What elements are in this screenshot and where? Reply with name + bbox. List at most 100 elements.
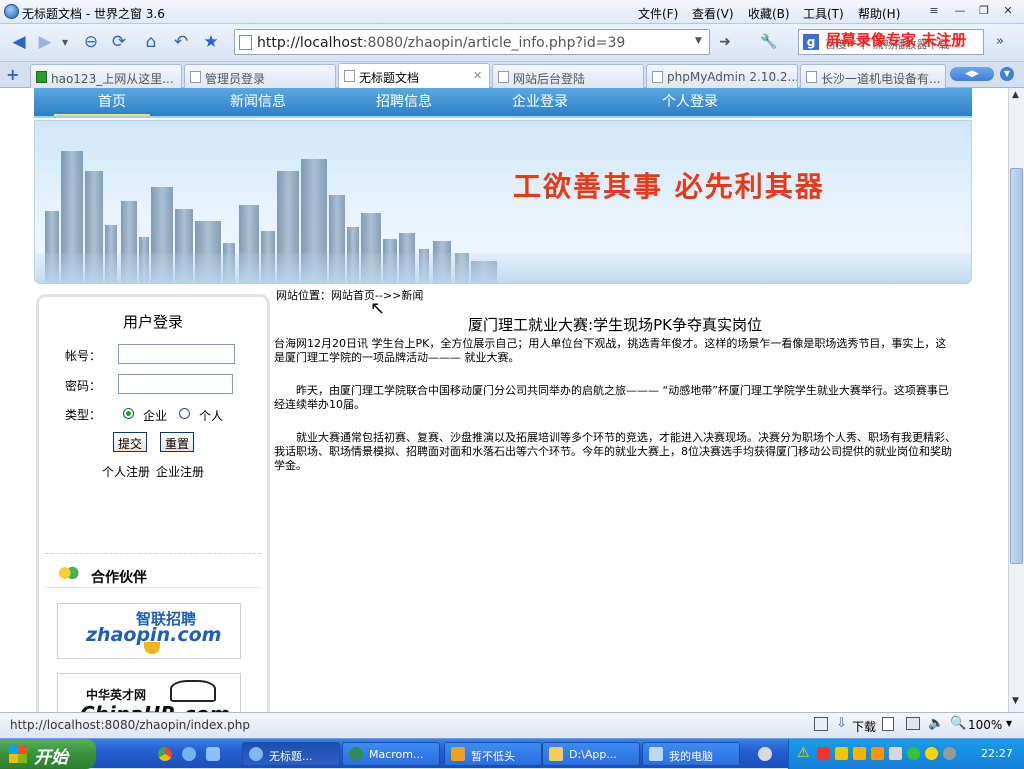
nav-company-login[interactable]: 企业登录 <box>512 91 568 111</box>
task-macromedia[interactable]: Macrom... <box>342 742 440 766</box>
home-icon[interactable]: ⌂ <box>138 29 164 55</box>
nav-jobs[interactable]: 招聘信息 <box>376 91 432 111</box>
volume-icon[interactable]: 🔈 <box>928 716 944 731</box>
chinahr-logo[interactable]: 中华英才网 ChinaHR.com <box>57 673 241 712</box>
scroll-up-icon[interactable]: ▲ <box>1012 90 1019 100</box>
tools-wrench-icon[interactable]: 🔧 <box>752 29 786 55</box>
favorites-star-icon[interactable]: ★ <box>198 29 224 55</box>
type-label: 类型： <box>65 408 102 422</box>
article-paragraph-1: 台海网12月20日讯 学生台上PK，全方位展示自己；用人单位台下观战，挑选青年俊… <box>274 337 947 364</box>
password-input[interactable] <box>118 374 233 394</box>
go-icon[interactable]: ➜ <box>712 29 738 55</box>
address-url[interactable]: http://localhost:8080/zhaopin/article_in… <box>257 35 625 51</box>
zoom-level[interactable]: 100% <box>968 718 1002 732</box>
scrollbar-thumb[interactable] <box>1010 168 1023 564</box>
music-icon <box>451 747 465 761</box>
article-title: 厦门理工就业大赛:学生现场PK争夺真实岗位 <box>468 316 762 334</box>
tab-hao123[interactable]: hao123_上网从这里... <box>30 64 182 88</box>
tray-qq-icon[interactable] <box>853 747 866 760</box>
menu-help[interactable]: 帮助(H) <box>858 5 900 22</box>
page-icon <box>190 71 201 83</box>
close-icon[interactable]: ✕ <box>1000 4 1016 18</box>
submit-button[interactable]: 提交 <box>113 432 148 452</box>
page-tool-icon[interactable] <box>814 717 828 731</box>
task-folder[interactable]: D:\App... <box>542 742 640 766</box>
tray-qq-icon[interactable] <box>871 747 884 760</box>
search-engine-icon[interactable]: g <box>803 34 819 50</box>
back-icon[interactable]: ◀ <box>6 29 32 55</box>
folder-icon <box>549 747 563 761</box>
reset-button[interactable]: 重置 <box>160 432 195 452</box>
radio-company[interactable] <box>123 408 134 419</box>
tray-app-icon[interactable] <box>817 747 830 760</box>
status-url: http://localhost:8080/zhaopin/index.php <box>10 718 250 732</box>
tray-security-icon[interactable] <box>907 747 920 760</box>
menu-view[interactable]: 查看(V) <box>692 5 734 22</box>
history-dropdown-icon[interactable]: ▼ <box>62 38 68 47</box>
zhaopin-logo[interactable]: 智联招聘 zhaopin.com <box>57 603 241 659</box>
quicklaunch-ie-icon[interactable] <box>182 747 196 761</box>
new-tab-icon[interactable]: + <box>6 65 19 84</box>
nav-home[interactable]: 首页 <box>98 91 126 111</box>
register-company-link[interactable]: 企业注册 <box>156 463 204 480</box>
zoom-icon[interactable]: 🔍 <box>950 716 966 731</box>
tray-shield-icon[interactable] <box>925 747 938 760</box>
nav-news[interactable]: 新闻信息 <box>230 91 286 111</box>
address-dropdown-icon[interactable]: ▼ <box>695 36 702 46</box>
forward-icon[interactable]: ▶ <box>32 29 58 55</box>
tab-scroll-icon[interactable]: ◀▶ <box>950 67 994 81</box>
download-label[interactable]: 下载 <box>852 718 876 735</box>
start-button[interactable]: 开始 <box>0 739 96 769</box>
tray-volume-icon[interactable] <box>943 747 956 760</box>
task-music[interactable]: 暂不低头 <box>444 742 542 766</box>
tab-changsha-company[interactable]: 长沙一道机电设备有... <box>800 64 946 88</box>
refresh-icon[interactable]: ⟳ <box>106 29 132 55</box>
menu-favorites[interactable]: 收藏(B) <box>748 5 790 22</box>
radio-person-label: 个人 <box>199 409 224 423</box>
password-label: 密码： <box>65 379 102 393</box>
tab-phpmyadmin[interactable]: phpMyAdmin 2.10.2... <box>646 64 798 88</box>
tab-admin-login[interactable]: 管理员登录 <box>184 64 336 88</box>
nav-personal-login[interactable]: 个人登录 <box>662 91 718 111</box>
quicklaunch-extra-icon[interactable] <box>758 747 772 761</box>
tab-bar: + hao123_上网从这里... 管理员登录 无标题文档 ✕ 网站后台登陆 ph… <box>0 62 1024 89</box>
tab-site-backend-login[interactable]: 网站后台登陆 <box>492 64 644 88</box>
page-icon <box>239 35 252 50</box>
register-person-link[interactable]: 个人注册 <box>102 463 150 480</box>
tab-list-icon[interactable]: ▼ <box>1000 67 1014 81</box>
page-icon <box>344 70 355 82</box>
restore-icon[interactable]: ❐ <box>976 4 992 18</box>
quicklaunch-app-icon[interactable] <box>206 747 220 761</box>
undo-close-icon[interactable]: ↶ <box>168 29 194 55</box>
address-bar[interactable]: http://localhost:8080/zhaopin/article_in… <box>234 29 710 55</box>
page-viewport: 首页 新闻信息 招聘信息 企业登录 个人登录 工欲善其事 必先利其器 网站位置：… <box>0 88 1008 712</box>
download-icon[interactable]: ⇩ <box>836 716 847 731</box>
divider <box>45 587 261 588</box>
quicklaunch-browser-icon[interactable] <box>158 747 172 761</box>
login-title: 用户登录 <box>123 313 184 331</box>
warning-icon[interactable]: ⚠ <box>797 745 810 761</box>
minimize-icon[interactable]: — <box>952 4 968 18</box>
tray-qq-icon[interactable] <box>835 747 848 760</box>
computer-icon <box>649 747 663 761</box>
menu-file[interactable]: 文件(F) <box>638 5 678 22</box>
task-my-computer[interactable]: 我的电脑 <box>642 742 740 766</box>
zoom-dropdown-icon[interactable]: ▼ <box>1006 719 1012 728</box>
stop-icon[interactable]: ⊖ <box>78 29 104 55</box>
radio-person[interactable] <box>179 408 190 419</box>
print-icon[interactable] <box>906 717 920 730</box>
tab-close-icon[interactable]: ✕ <box>473 69 482 82</box>
handshake-icon <box>57 565 79 581</box>
account-input[interactable] <box>118 344 235 364</box>
task-untitled[interactable]: 无标题... <box>242 742 340 766</box>
toolbar-overflow-icon[interactable]: » <box>996 34 1004 49</box>
vertical-scrollbar[interactable]: ▲ ▼ <box>1008 88 1024 712</box>
menu-tools[interactable]: 工具(T) <box>803 5 844 22</box>
menu-options-icon[interactable]: ≡ <box>926 4 942 18</box>
tray-network-icon[interactable] <box>889 747 902 760</box>
scroll-down-icon[interactable]: ▼ <box>1012 696 1019 706</box>
tab-untitled-document[interactable]: 无标题文档 ✕ <box>338 63 490 89</box>
clipboard-icon[interactable] <box>882 717 894 731</box>
sidebar-panel: 用户登录 帐号： 密码： 类型： 企业 个人 提交 重置 个人注册 企业注册 合… <box>36 294 270 712</box>
account-label: 帐号： <box>65 349 102 363</box>
